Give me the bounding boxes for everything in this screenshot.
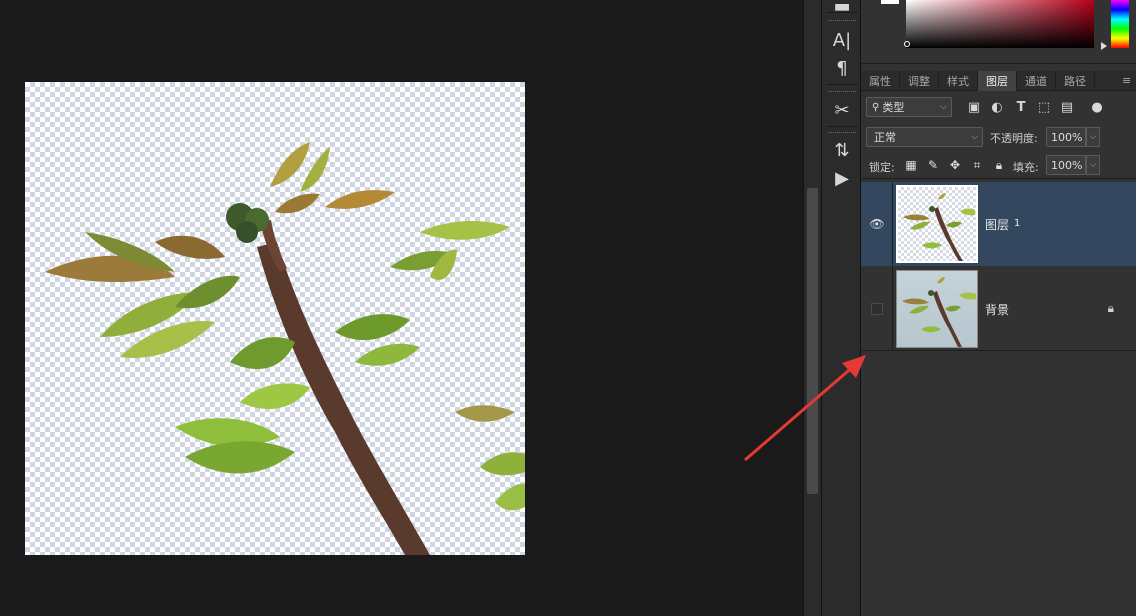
history-panel-icon[interactable]: ⇅ bbox=[828, 138, 856, 162]
panel-tabs: 属性 调整 样式 图层 通道 路径 ≡ bbox=[861, 71, 1136, 91]
tab-paths[interactable]: 路径 bbox=[1056, 71, 1095, 91]
tab-layers[interactable]: 图层 bbox=[978, 71, 1017, 91]
tab-channels[interactable]: 通道 bbox=[1017, 71, 1056, 91]
lock-all-icon[interactable]: 🔒︎ bbox=[992, 157, 1006, 173]
paragraph-panel-icon[interactable]: ¶ bbox=[828, 56, 856, 80]
layer-row[interactable]: 👁︎ 图层 1 bbox=[861, 182, 1136, 266]
lock-image-pixels-icon[interactable]: ✎ bbox=[926, 157, 940, 173]
panel-menu-icon[interactable]: ≡ bbox=[1122, 71, 1136, 90]
fill-label: 填充: bbox=[1013, 161, 1039, 174]
strip-grip bbox=[826, 84, 858, 85]
blend-mode-select[interactable]: 正常 ⌵ bbox=[866, 127, 983, 147]
fill-input[interactable]: 100% bbox=[1046, 155, 1086, 175]
color-picker-panel bbox=[861, 0, 1136, 64]
saturation-brightness-field[interactable] bbox=[906, 0, 1094, 48]
filter-pixel-icon[interactable]: ▣ bbox=[966, 98, 982, 116]
strip-divider bbox=[828, 91, 856, 92]
foreground-color-swatch[interactable] bbox=[881, 0, 899, 4]
divider bbox=[861, 178, 1136, 179]
filter-toggle-icon[interactable]: ● bbox=[1089, 98, 1105, 116]
tab-adjustments[interactable]: 调整 bbox=[900, 71, 939, 91]
layer-name[interactable]: 图层 bbox=[985, 216, 1009, 233]
strip-divider bbox=[828, 132, 856, 133]
layer-thumbnail-image bbox=[903, 193, 975, 261]
strip-grip bbox=[826, 126, 858, 127]
swatches-panel-icon[interactable]: ▬ bbox=[828, 0, 856, 18]
document-canvas[interactable] bbox=[25, 82, 525, 555]
panel-icon-strip: ▬ A| ¶ ✂ ⇅ ▶ bbox=[821, 0, 861, 616]
divider bbox=[892, 267, 893, 351]
filter-shape-icon[interactable]: ⬚ bbox=[1036, 98, 1052, 116]
lock-icon[interactable]: 🔒︎ bbox=[1108, 301, 1114, 316]
layer-filter-select[interactable]: ⚲ 类型 ⌵ bbox=[866, 97, 952, 117]
right-panel: 属性 调整 样式 图层 通道 路径 ≡ ⚲ 类型 ⌵ ▣ ◐ T ⬚ ▤ ● 正… bbox=[861, 0, 1136, 616]
hue-slider-marker[interactable] bbox=[1101, 42, 1107, 50]
filter-smart-object-icon[interactable]: ▤ bbox=[1059, 98, 1075, 116]
layer-row[interactable]: 背景 🔒︎ bbox=[861, 267, 1136, 351]
eye-icon[interactable]: 👁︎ bbox=[869, 217, 885, 231]
layer-thumbnail[interactable] bbox=[896, 185, 978, 263]
hue-slider[interactable] bbox=[1111, 0, 1129, 48]
tab-styles[interactable]: 样式 bbox=[939, 71, 978, 91]
layer-thumbnail[interactable] bbox=[896, 270, 978, 348]
divider bbox=[892, 182, 893, 266]
layer-thumbnail-image bbox=[902, 277, 976, 347]
canvas-vertical-scrollbar[interactable] bbox=[803, 0, 821, 616]
search-icon: ⚲ bbox=[872, 101, 880, 113]
actions-play-icon[interactable]: ▶ bbox=[828, 166, 856, 190]
filter-type-icon[interactable]: T bbox=[1013, 98, 1029, 116]
plant-image bbox=[45, 142, 525, 555]
blend-mode-value: 正常 bbox=[874, 131, 896, 144]
visibility-toggle[interactable] bbox=[871, 303, 883, 315]
chevron-down-icon: ⌵ bbox=[940, 102, 947, 112]
opacity-input[interactable]: 100% bbox=[1046, 127, 1086, 147]
lock-label: 锁定: bbox=[869, 161, 895, 174]
strip-divider bbox=[828, 20, 856, 21]
filter-label: 类型 bbox=[882, 101, 905, 114]
lock-position-icon[interactable]: ✥ bbox=[948, 157, 962, 173]
layer-name[interactable]: 背景 bbox=[985, 301, 1009, 318]
tool-presets-icon[interactable]: ✂ bbox=[828, 98, 856, 122]
chevron-down-icon: ⌵ bbox=[971, 132, 978, 142]
canvas-workspace bbox=[0, 0, 803, 616]
layer-number: 1 bbox=[1014, 218, 1021, 229]
lock-transparent-pixels-icon[interactable]: ▦ bbox=[904, 157, 918, 173]
scrollbar-thumb[interactable] bbox=[807, 188, 818, 494]
lock-artboard-icon[interactable]: ⌗ bbox=[970, 157, 984, 173]
color-field-marker[interactable] bbox=[904, 41, 910, 47]
opacity-label: 不透明度: bbox=[990, 132, 1038, 145]
tab-properties[interactable]: 属性 bbox=[861, 71, 900, 91]
opacity-slider-button[interactable]: ⌵ bbox=[1086, 127, 1100, 147]
character-panel-icon[interactable]: A| bbox=[828, 28, 856, 52]
photoshop-window: ▬ A| ¶ ✂ ⇅ ▶ 属性 调整 样式 图层 通道 路径 ≡ ⚲ 类型 ⌵ … bbox=[0, 0, 1136, 616]
filter-adjustment-icon[interactable]: ◐ bbox=[989, 98, 1005, 116]
fill-slider-button[interactable]: ⌵ bbox=[1086, 155, 1100, 175]
